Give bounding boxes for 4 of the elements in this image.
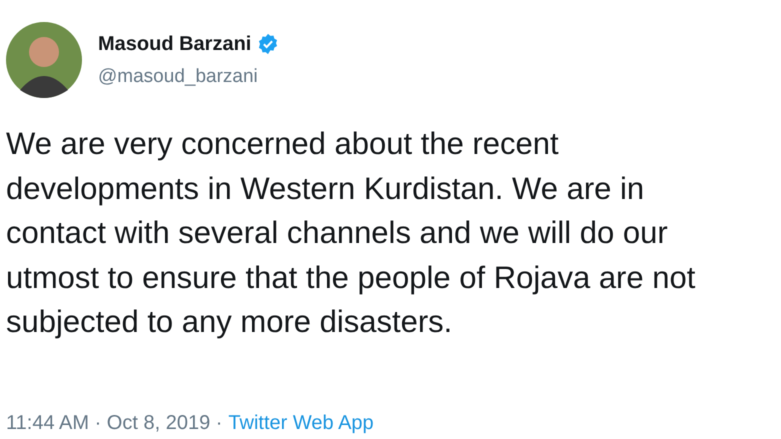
author-handle: @masoud_barzani <box>98 64 259 89</box>
author-name[interactable]: Masoud Barzani <box>98 28 252 59</box>
timestamp: 11:44 AM · Oct 8, 2019 · <box>6 411 222 436</box>
tweet-text: We are very concerned about the recent developments in Western Kurdistan. We are in contact with several channels and we will do our utmost to ensure that the people of Rojava are not subjected to any more disasters. <box>6 125 696 341</box>
